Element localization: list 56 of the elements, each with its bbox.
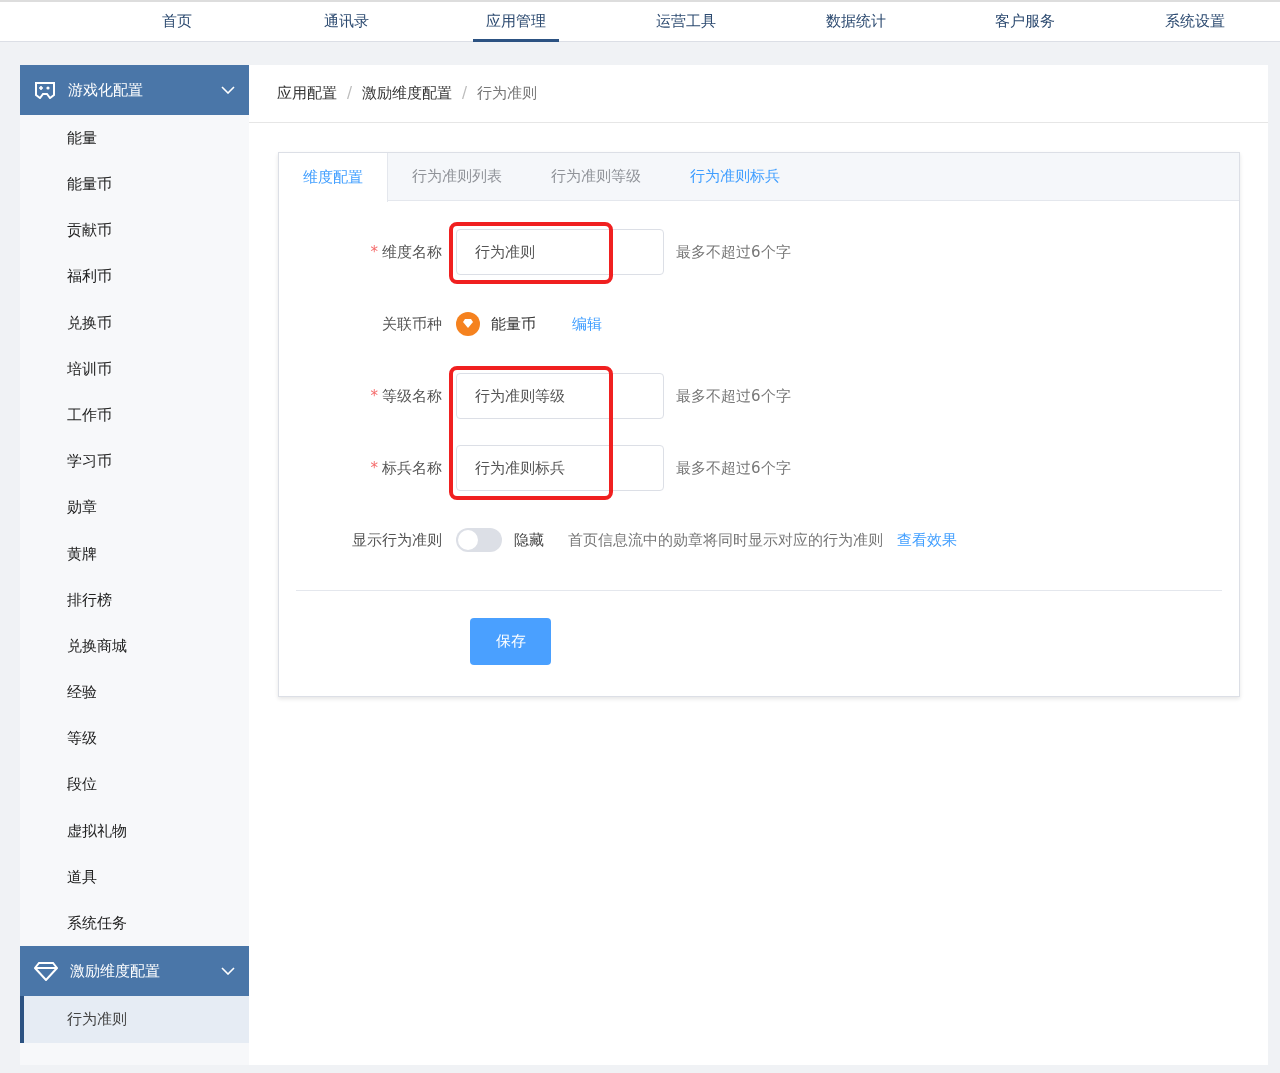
menu-item[interactable]: 贡献币 [20,207,249,254]
text-field[interactable]: 行为准则等级 [456,373,664,419]
menu-item[interactable]: 道具 [20,854,249,901]
text-field[interactable]: 行为准则标兵 [456,445,664,491]
nav-tab[interactable]: 通讯录 [261,2,432,41]
toggle-switch[interactable] [456,528,502,552]
required-mark: * [370,242,378,261]
nav-tab[interactable]: 应用管理 [431,2,602,41]
breadcrumb-current: 行为准则 [477,83,538,105]
diamond-coin-icon [456,312,480,336]
menu-item[interactable]: 能量 [20,115,249,162]
menu-item[interactable]: 学习币 [20,438,249,485]
menu-item[interactable]: 排行榜 [20,576,249,624]
field-label: 显示行为准则 [351,529,443,551]
menu-item[interactable]: 虚拟礼物 [20,807,249,854]
gamepad-icon [34,81,56,99]
menu-item[interactable]: 等级 [20,715,249,762]
breadcrumb-link[interactable]: 应用配置 [277,82,337,105]
menu-item[interactable]: 黄牌 [20,530,249,577]
nav-tab[interactable]: 系统设置 [1110,2,1280,41]
menu-group-header[interactable]: 游戏化配置 [20,65,249,115]
field-label: 标兵名称 [382,458,442,477]
group-title: 激励维度配置 [70,961,161,983]
currency-name: 能量币 [491,313,536,335]
hint-text: 最多不超过6个字 [676,241,791,263]
required-mark: * [370,458,378,477]
group-title: 游戏化配置 [68,79,144,101]
menu-item[interactable]: 培训币 [20,345,249,393]
nav-tab[interactable]: 首页 [92,2,262,41]
menu-item[interactable]: 行为准则 [20,996,249,1043]
menu-item[interactable]: 段位 [20,761,249,808]
menu-item[interactable]: 兑换商城 [20,623,249,670]
breadcrumb-separator: / [462,83,468,105]
menu-item[interactable]: 能量币 [20,161,249,208]
menu-item[interactable]: 系统任务 [20,900,249,947]
nav-tab[interactable]: 数据统计 [770,2,941,41]
field-label: 等级名称 [382,386,442,405]
hint-text: 首页信息流中的勋章将同时显示对应的行为准则 [568,529,883,551]
menu-item[interactable]: 兑换币 [20,299,249,346]
field-label: 关联币种 [381,313,443,335]
nav-tab[interactable]: 客户服务 [940,2,1111,41]
text-field[interactable]: 行为准则 [456,229,664,275]
switch-state-text: 隐藏 [514,529,544,551]
nav-tab[interactable]: 运营工具 [601,2,771,41]
field-label: 维度名称 [382,242,442,261]
menu-group-header[interactable]: 激励维度配置 [20,946,249,997]
menu-item[interactable]: 工作币 [20,392,249,439]
required-mark: * [370,386,378,405]
menu-item[interactable]: 经验 [20,669,249,716]
hint-text: 最多不超过6个字 [676,385,791,407]
hint-text: 最多不超过6个字 [676,457,791,479]
diamond-icon [34,961,58,982]
menu-item[interactable]: 勋章 [20,484,249,531]
breadcrumb-link[interactable]: 激励维度配置 [362,82,453,105]
menu-item[interactable]: 福利币 [20,253,249,300]
breadcrumb-separator: / [347,83,353,105]
